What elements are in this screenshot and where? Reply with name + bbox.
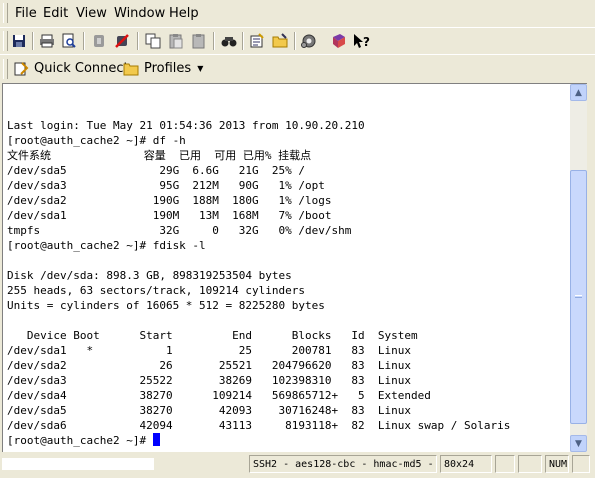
new-file-transfer-icon[interactable]	[247, 31, 267, 51]
terminal-line: /dev/sda5 38270 42093 30716248+ 83 Linux	[7, 404, 411, 417]
menu-view[interactable]: View	[75, 5, 108, 23]
terminal-line: Last login: Tue May 21 01:54:36 2013 fro…	[7, 119, 365, 132]
toolbar-separator	[137, 32, 139, 50]
status-connection-info: SSH2 - aes128-cbc - hmac-md5 -	[249, 455, 437, 473]
paste-alt-icon[interactable]	[189, 31, 209, 51]
terminal-line: /dev/sda4 38270 109214 569865712+ 5 Exte…	[7, 389, 431, 402]
paste-icon[interactable]	[166, 31, 186, 51]
save-icon[interactable]	[9, 31, 29, 51]
toolbar-separator	[83, 32, 85, 50]
terminal-line: /dev/sda6 42094 43113 8193118+ 82 Linux …	[7, 419, 511, 432]
toolbar-separator	[213, 32, 215, 50]
find-icon[interactable]	[219, 31, 239, 51]
scroll-thumb[interactable]	[570, 170, 587, 424]
whats-this-help-icon[interactable]: ?	[352, 31, 372, 51]
terminal-cursor	[152, 433, 160, 446]
status-empty-pane	[572, 455, 590, 473]
status-empty-pane	[518, 455, 542, 473]
terminal-line: /dev/sda5 29G 6.6G 21G 25% /	[7, 164, 306, 177]
menu-window[interactable]: Window	[113, 5, 166, 23]
terminal-line: /dev/sda3 25522 38269 102398310 83 Linux	[7, 374, 411, 387]
terminal-prompt: [root@auth_cache2 ~]#	[7, 434, 153, 447]
terminal-line: /dev/sda1 * 1 25 200781 83 Linux	[7, 344, 411, 357]
vertical-scrollbar[interactable]: ▲ ▼	[570, 83, 587, 452]
status-terminal-size: 80x24	[440, 455, 492, 473]
settings-icon[interactable]	[299, 31, 319, 51]
toolbar-grip[interactable]	[3, 31, 8, 51]
profiles-dropdown[interactable]: Profiles ▼	[123, 59, 203, 79]
status-bar: SSH2 - aes128-cbc - hmac-md5 - 80x24 NUM	[0, 453, 595, 478]
terminal-line: [root@auth_cache2 ~]# fdisk -l	[7, 239, 206, 252]
terminal-line: /dev/sda2 26 25521 204796620 83 Linux	[7, 359, 411, 372]
quick-connect-bar: Quick Connect Profiles ▼	[0, 54, 595, 82]
chevron-down-icon: ▼	[197, 64, 204, 73]
terminal-line: [root@auth_cache2 ~]# df -h	[7, 134, 186, 147]
svg-text:?: ?	[363, 35, 370, 49]
chevron-up-icon: ▲	[575, 87, 582, 98]
scroll-up-button[interactable]: ▲	[570, 84, 587, 101]
toolbar-separator	[242, 32, 244, 50]
terminal-prompt-line: [root@auth_cache2 ~]#	[7, 433, 510, 448]
terminal-line: Units = cylinders of 16065 * 512 = 82252…	[7, 299, 325, 312]
menu-file[interactable]: File	[14, 5, 38, 23]
profiles-label: Profiles	[144, 61, 192, 76]
scroll-thumb-grip	[575, 295, 582, 298]
toolbar: ?	[0, 27, 595, 55]
terminal-output: Last login: Tue May 21 01:54:36 2013 fro…	[7, 118, 510, 448]
quick-connect-button[interactable]: Quick Connect	[13, 59, 129, 79]
menu-help[interactable]: Help	[168, 5, 200, 23]
connect-icon[interactable]	[89, 31, 109, 51]
status-progress-field	[2, 458, 154, 470]
menu-bar-grip[interactable]	[3, 3, 8, 23]
terminal-line: Disk /dev/sda: 898.3 GB, 898319253504 by…	[7, 269, 292, 282]
print-icon[interactable]	[37, 31, 57, 51]
folder-transfer-icon[interactable]	[270, 31, 290, 51]
status-empty-pane	[495, 455, 515, 473]
terminal-session[interactable]: Last login: Tue May 21 01:54:36 2013 fro…	[2, 83, 570, 452]
status-numlock: NUM	[545, 455, 569, 473]
terminal-line: /dev/sda3 95G 212M 90G 1% /opt	[7, 179, 325, 192]
quick-connect-label: Quick Connect	[34, 61, 129, 76]
toolbar-separator	[294, 32, 296, 50]
terminal-line: tmpfs 32G 0 32G 0% /dev/shm	[7, 224, 352, 237]
securecrt-window: File Edit View Window Help ? Quick Conne…	[0, 0, 595, 478]
chevron-down-icon: ▼	[575, 438, 582, 449]
terminal-line: 255 heads, 63 sectors/track, 109214 cyli…	[7, 284, 306, 297]
quickbar-grip[interactable]	[3, 59, 8, 79]
print-preview-icon[interactable]	[59, 31, 79, 51]
menu-bar: File Edit View Window Help	[0, 0, 595, 26]
disconnect-icon[interactable]	[112, 31, 132, 51]
toolbar-separator	[32, 32, 34, 50]
folder-icon	[123, 62, 139, 76]
terminal-line: /dev/sda2 190G 188M 180G 1% /logs	[7, 194, 332, 207]
terminal-line: 文件系统 容量 已用 可用 已用% 挂载点	[7, 149, 312, 162]
menu-edit[interactable]: Edit	[42, 5, 69, 23]
quick-connect-icon	[13, 61, 29, 77]
terminal-line: Device Boot Start End Blocks Id System	[7, 329, 418, 342]
copy-icon[interactable]	[143, 31, 163, 51]
terminal-line: /dev/sda1 190M 13M 168M 7% /boot	[7, 209, 332, 222]
scroll-down-button[interactable]: ▼	[570, 435, 587, 452]
profile-book-icon[interactable]	[329, 31, 349, 51]
